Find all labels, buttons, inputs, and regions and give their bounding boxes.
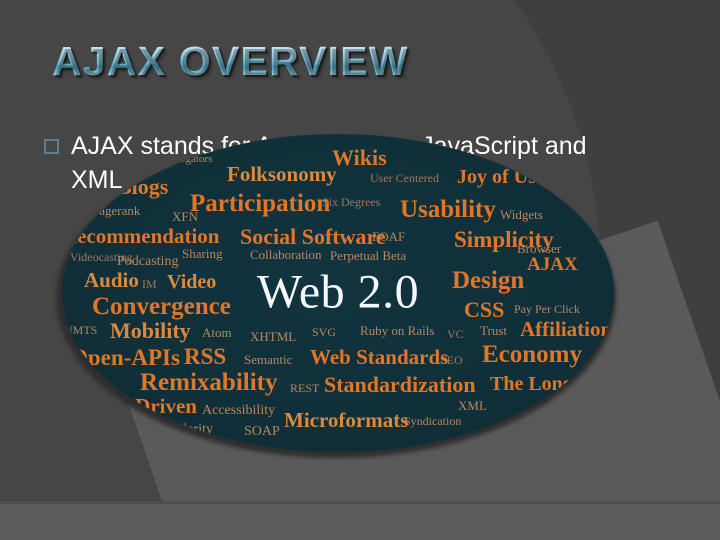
word-cloud-term: Blogs <box>117 174 169 199</box>
word-cloud-term: Audio <box>84 268 139 292</box>
word-cloud-term: Participation <box>190 190 331 217</box>
word-cloud-term: Design <box>452 267 525 294</box>
word-cloud-term: Web Standards <box>310 345 449 369</box>
word-cloud-term: Aggregators <box>158 153 213 165</box>
bullet-square-icon <box>44 139 59 154</box>
word-cloud-term: Widgets <box>500 207 543 222</box>
word-cloud-image: Aggregators Wikis Folksonomy Blogs User Cent… <box>62 134 614 452</box>
word-cloud-term: Recommendation <box>62 224 220 248</box>
word-cloud-term: RSS <box>184 344 227 369</box>
page-title: AJAX OVERVIEW <box>52 38 409 84</box>
word-cloud-term: Semantic <box>244 352 293 367</box>
word-cloud-term: SVG <box>312 325 337 339</box>
word-cloud-term: REST <box>290 381 320 395</box>
word-cloud-term: OpenID <box>72 378 111 392</box>
word-cloud-term: SOAP <box>244 424 280 439</box>
word-cloud-term: DataDriven <box>92 394 197 418</box>
word-cloud-term: XML <box>458 398 487 413</box>
word-cloud-term: CSS <box>464 297 505 322</box>
word-cloud-term: AJAX <box>527 254 578 275</box>
word-cloud-term: User Centered <box>370 171 439 185</box>
word-cloud-term: UMTS <box>64 323 98 337</box>
word-cloud-term: VC <box>447 327 464 341</box>
background-bottom-band <box>0 504 720 540</box>
word-cloud-term: Mobility <box>110 318 191 343</box>
word-cloud-term: XFN <box>172 209 199 224</box>
word-cloud-term: SEO <box>440 353 463 367</box>
word-cloud-term: Accessibility <box>202 403 276 418</box>
word-cloud-term: Affiliation <box>520 317 613 341</box>
word-cloud-term: Open-APIs <box>70 345 180 370</box>
word-cloud-term: IM <box>142 277 157 291</box>
word-cloud-term: Perpetual Beta <box>330 248 407 263</box>
slide-canvas: AJAX OVERVIEW AJAX stands for Asynchrono… <box>0 0 720 540</box>
word-cloud-term: The Long Tail <box>490 373 611 395</box>
word-cloud-term: Microformats <box>284 408 409 432</box>
word-cloud-term: Trust <box>480 323 507 338</box>
word-cloud-term: Social Software <box>240 224 386 249</box>
word-cloud-term: Modularity <box>150 422 213 437</box>
word-cloud-term: Remixability <box>140 369 278 396</box>
word-cloud-term: Wikis <box>332 145 387 170</box>
word-cloud-term: Pay Per Click <box>514 302 580 316</box>
word-cloud-term: Podcasting <box>117 254 179 269</box>
word-cloud-term: Sharing <box>182 246 223 261</box>
word-cloud-term: FOAF <box>372 229 406 244</box>
word-cloud-term: Pagerank <box>92 203 141 218</box>
word-cloud-term: Collaboration <box>250 247 322 262</box>
word-cloud-term: Ruby on Rails <box>360 323 435 338</box>
word-cloud-term: Standardization <box>324 372 476 397</box>
word-cloud-term: Syndication <box>404 414 462 428</box>
word-cloud-term: Convergence <box>92 293 231 320</box>
word-cloud-term: Atom <box>202 325 232 340</box>
word-cloud-term: Usability <box>400 196 496 223</box>
word-cloud-term: XHTML <box>250 329 297 344</box>
word-cloud-term: Six Degrees <box>322 195 381 209</box>
word-cloud-term: Folksonomy <box>227 162 337 186</box>
word-cloud-center-term: Web 2.0 <box>256 265 420 319</box>
word-cloud-term: Economy <box>482 341 582 368</box>
word-cloud-term: Joy of Use <box>457 166 545 188</box>
word-cloud-term: Video <box>167 271 217 293</box>
